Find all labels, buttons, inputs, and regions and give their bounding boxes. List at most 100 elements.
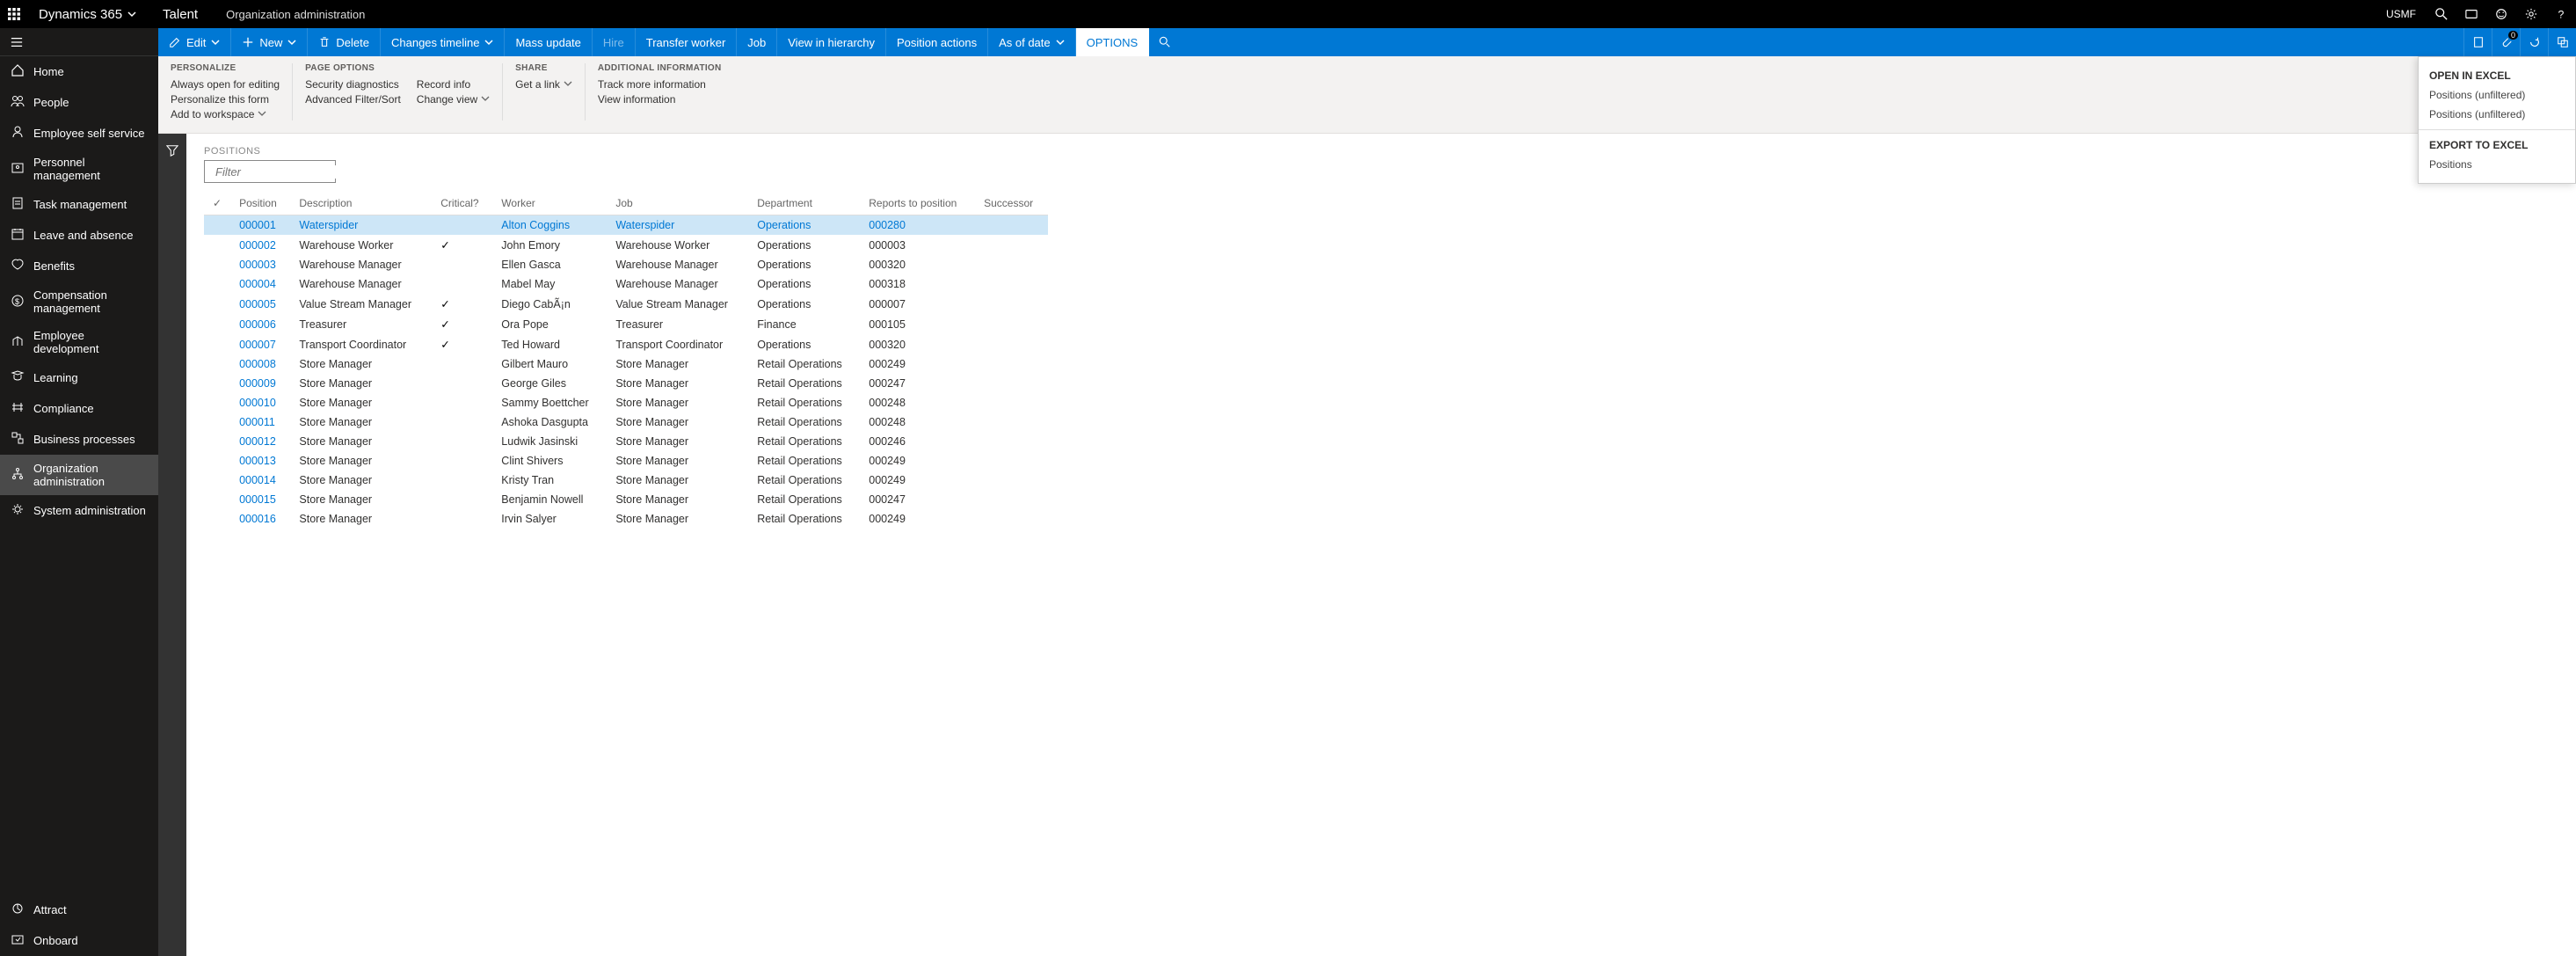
table-row[interactable]: 000008Store ManagerGilbert MauroStore Ma… [204,354,1048,374]
position-link[interactable]: 000007 [239,339,276,351]
add-workspace-link[interactable]: Add to workspace [171,108,280,120]
nav-toggle[interactable] [0,28,158,56]
always-open-editing-link[interactable]: Always open for editing [171,78,280,91]
position-link[interactable]: 000014 [239,474,276,486]
nav-item-org[interactable]: Organization administration [0,455,158,495]
nav-item-attract[interactable]: Attract [0,894,158,925]
nav-item-home[interactable]: Home [0,56,158,87]
nav-item-people[interactable]: People [0,87,158,118]
refresh-icon[interactable] [2520,28,2548,56]
view-hierarchy-button[interactable]: View in hierarchy [777,28,886,56]
nav-item-sys[interactable]: System administration [0,495,158,526]
gear-icon[interactable] [2516,0,2546,28]
column-header[interactable]: Successor [975,192,1048,215]
column-header[interactable]: Job [607,192,748,215]
mass-update-button[interactable]: Mass update [505,28,592,56]
filter-pane-toggle[interactable] [158,134,186,956]
nav-item-comp[interactable]: $Compensation management [0,281,158,322]
nav-item-self[interactable]: Employee self service [0,118,158,149]
nav-item-compliance[interactable]: Compliance [0,393,158,424]
position-link[interactable]: 000011 [239,416,275,428]
track-info-link[interactable]: Track more information [598,78,722,91]
attachments-icon[interactable]: 0 [2492,28,2520,56]
position-link[interactable]: 000012 [239,435,276,448]
options-tab[interactable]: OPTIONS [1076,28,1150,56]
feedback-icon[interactable] [2486,0,2516,28]
open-excel-item[interactable]: Positions (unfiltered) [2419,105,2575,124]
personalize-form-link[interactable]: Personalize this form [171,93,280,106]
position-actions-button[interactable]: Position actions [886,28,988,56]
nav-item-leave[interactable]: Leave and absence [0,220,158,251]
table-row[interactable]: 000001WaterspiderAlton CogginsWaterspide… [204,215,1048,236]
table-row[interactable]: 000009Store ManagerGeorge GilesStore Man… [204,374,1048,393]
edit-button[interactable]: Edit [158,28,231,56]
grid-filter-input[interactable] [215,165,372,179]
table-row[interactable]: 000011Store ManagerAshoka DasguptaStore … [204,412,1048,432]
position-link[interactable]: 000003 [239,259,276,271]
advanced-filter-link[interactable]: Advanced Filter/Sort [305,93,401,106]
table-row[interactable]: 000014Store ManagerKristy TranStore Mana… [204,471,1048,490]
office-icon[interactable] [2463,28,2492,56]
checkmark-icon[interactable]: ✓ [213,197,222,209]
table-row[interactable]: 000016Store ManagerIrvin SalyerStore Man… [204,509,1048,529]
brand-dropdown[interactable]: Dynamics 365 [28,7,147,22]
table-row[interactable]: 000013Store ManagerClint ShiversStore Ma… [204,451,1048,471]
table-row[interactable]: 000003Warehouse ManagerEllen GascaWareho… [204,255,1048,274]
column-header[interactable]: Worker [492,192,607,215]
table-row[interactable]: 000004Warehouse ManagerMabel MayWarehous… [204,274,1048,294]
nav-item-learn[interactable]: Learning [0,362,158,393]
changes-timeline-button[interactable]: Changes timeline [381,28,505,56]
position-link[interactable]: 000006 [239,318,276,331]
nav-item-benefits[interactable]: Benefits [0,251,158,281]
column-header[interactable]: Description [290,192,432,215]
position-link[interactable]: 000008 [239,358,276,370]
app-launcher-icon[interactable] [0,0,28,28]
help-icon[interactable]: ? [2546,0,2576,28]
search-icon[interactable] [2427,0,2456,28]
position-link[interactable]: 000009 [239,377,276,390]
position-link[interactable]: 000001 [239,219,276,231]
position-link[interactable]: 000015 [239,493,276,506]
popout-icon[interactable] [2548,28,2576,56]
open-excel-item[interactable]: Positions (unfiltered) [2419,85,2575,105]
transfer-worker-button[interactable]: Transfer worker [636,28,738,56]
table-row[interactable]: 000006Treasurer✓Ora PopeTreasurerFinance… [204,314,1048,334]
position-link[interactable]: 000005 [239,298,276,310]
change-view-link[interactable]: Change view [417,93,490,106]
new-button[interactable]: New [231,28,308,56]
nav-item-biz[interactable]: Business processes [0,424,158,455]
record-info-link[interactable]: Record info [417,78,490,91]
column-header[interactable]: Position [230,192,290,215]
position-link[interactable]: 000002 [239,239,276,252]
messages-icon[interactable] [2456,0,2486,28]
security-diagnostics-link[interactable]: Security diagnostics [305,78,401,91]
nav-item-dev[interactable]: Employee development [0,322,158,362]
nav-item-task[interactable]: Task management [0,189,158,220]
nav-item-onboard[interactable]: Onboard [0,925,158,956]
nav-item-personnel[interactable]: Personnel management [0,149,158,189]
view-info-link[interactable]: View information [598,93,722,106]
position-link[interactable]: 000016 [239,513,276,525]
job-button[interactable]: Job [737,28,777,56]
table-row[interactable]: 000012Store ManagerLudwik JasinskiStore … [204,432,1048,451]
action-search-icon[interactable] [1149,36,1181,48]
delete-button[interactable]: Delete [308,28,381,56]
position-link[interactable]: 000013 [239,455,276,467]
get-link-link[interactable]: Get a link [515,78,572,91]
table-row[interactable]: 000007Transport Coordinator✓Ted HowardTr… [204,334,1048,354]
product-label[interactable]: Talent [147,7,214,22]
nav-item-label: Employee development [33,329,148,355]
column-header[interactable]: Department [748,192,860,215]
legal-entity[interactable]: USMF [2376,8,2427,20]
table-row[interactable]: 000015Store ManagerBenjamin NowellStore … [204,490,1048,509]
table-row[interactable]: 000010Store ManagerSammy BoettcherStore … [204,393,1048,412]
table-row[interactable]: 000005Value Stream Manager✓Diego CabÃ¡nV… [204,294,1048,314]
column-header[interactable]: Reports to position [860,192,975,215]
position-link[interactable]: 000004 [239,278,276,290]
grid-filter-box[interactable] [204,160,336,183]
table-row[interactable]: 000002Warehouse Worker✓John EmoryWarehou… [204,235,1048,255]
export-excel-item[interactable]: Positions [2419,155,2575,174]
position-link[interactable]: 000010 [239,397,276,409]
column-header[interactable]: Critical? [432,192,492,215]
as-of-date-button[interactable]: As of date [988,28,1076,56]
